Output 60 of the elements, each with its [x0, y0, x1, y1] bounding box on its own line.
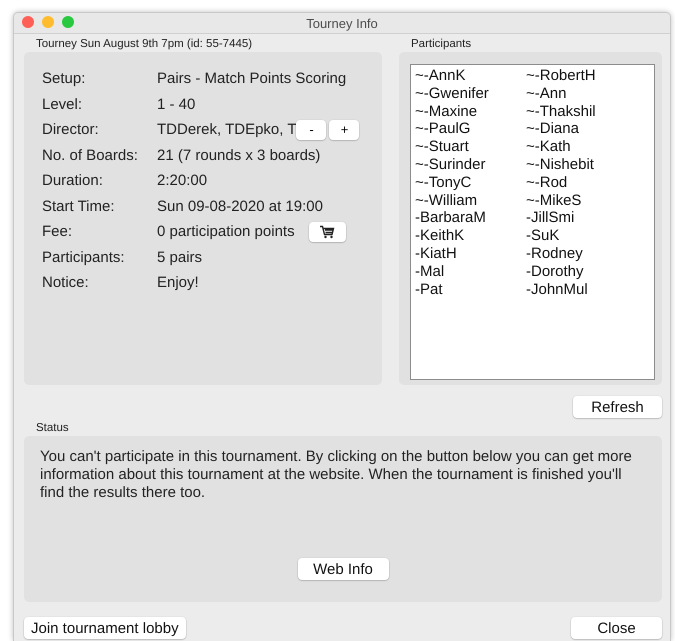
cart-button[interactable] — [308, 222, 346, 242]
participant-name[interactable]: -JohnMul — [526, 280, 588, 298]
participant-name[interactable]: ~-RobertH — [526, 67, 596, 85]
participant-name[interactable]: -BarbaraM — [415, 209, 486, 228]
field-value: Pairs - Match Points Scoring — [157, 70, 346, 88]
small-button[interactable]: + — [329, 120, 360, 140]
field-value: Enjoy! — [157, 274, 199, 292]
participant-name[interactable]: -KiatH — [415, 244, 457, 263]
field-label: Level: — [42, 96, 84, 113]
field-label: Notice: — [42, 274, 90, 292]
participant-name[interactable]: ~-Rod — [526, 174, 568, 192]
participant-name[interactable]: ~-Nishebit — [526, 156, 594, 174]
field-value: 2:20:00 — [157, 172, 208, 190]
participant-name[interactable]: ~-PaulG — [415, 120, 470, 138]
field-value: 0 participation points — [157, 223, 295, 240]
participant-name[interactable]: ~-Surinder — [415, 156, 486, 174]
participant-name[interactable]: ~-Maxine — [415, 102, 478, 120]
minimize-icon[interactable] — [42, 16, 54, 28]
participant-name[interactable]: -JillSmi — [526, 209, 574, 228]
field-value: 21 (7 rounds x 3 boards) — [157, 146, 320, 164]
join-lobby-button[interactable]: Join tournament lobby — [24, 617, 186, 639]
participant-name[interactable]: -Rodney — [526, 244, 583, 263]
participant-name[interactable]: ~-Gwenifer — [415, 84, 489, 103]
close-icon[interactable] — [22, 16, 34, 28]
small-button[interactable]: - — [296, 120, 326, 140]
close-button[interactable]: Close — [571, 617, 662, 639]
participant-name[interactable]: ~-Thakshil — [526, 102, 596, 120]
field-value: TDDerek, TDEpko, T — [157, 121, 296, 138]
window-title: Tourney Info — [306, 16, 378, 30]
status-message: You can't participate in this tournament. By clicking on the button below you can get more information about this tournament at the website. When the tournament is finished you'll find the results there too. — [40, 448, 633, 502]
field-value: 1 - 40 — [157, 96, 196, 113]
participant-name[interactable]: -Mal — [415, 262, 444, 281]
participant-name[interactable]: ~-AnnK — [415, 67, 466, 85]
participant-name[interactable]: ~-William — [415, 192, 478, 210]
field-label: Director: — [42, 121, 100, 138]
cart-icon — [319, 224, 336, 239]
participant-name[interactable]: ~-Diana — [526, 120, 579, 138]
participant-name[interactable]: -KeithK — [415, 227, 464, 245]
participant-name[interactable]: ~-TonyC — [415, 174, 472, 192]
participant-name[interactable]: ~-Ann — [526, 84, 566, 103]
field-value: Sun 09-08-2020 at 19:00 — [157, 198, 323, 215]
participant-name[interactable]: -SuK — [526, 227, 560, 245]
field-label: No. of Boards: — [42, 146, 139, 164]
field-label: Duration: — [42, 172, 104, 190]
web-info-button[interactable]: Web Info — [298, 558, 388, 580]
participant-name[interactable]: ~-Stuart — [415, 138, 469, 156]
field-label: Participants: — [42, 248, 126, 266]
group-title: Participants — [410, 37, 472, 52]
zoom-icon[interactable] — [62, 16, 74, 28]
refresh-button[interactable]: Refresh — [573, 396, 662, 418]
participant-name[interactable]: -Pat — [415, 280, 443, 298]
participant-name[interactable]: -Dorothy — [526, 262, 584, 281]
group-title: Status — [35, 421, 69, 436]
participant-name[interactable]: ~-MikeS — [526, 192, 582, 210]
field-value: 5 pairs — [157, 248, 202, 266]
participant-name[interactable]: ~-Kath — [526, 138, 571, 156]
field-label: Setup: — [42, 70, 86, 88]
field-label: Fee: — [42, 223, 74, 240]
group-title: Tourney Sun August 9th 7pm (id: 55-7445) — [35, 37, 252, 52]
field-label: Start Time: — [42, 198, 116, 215]
